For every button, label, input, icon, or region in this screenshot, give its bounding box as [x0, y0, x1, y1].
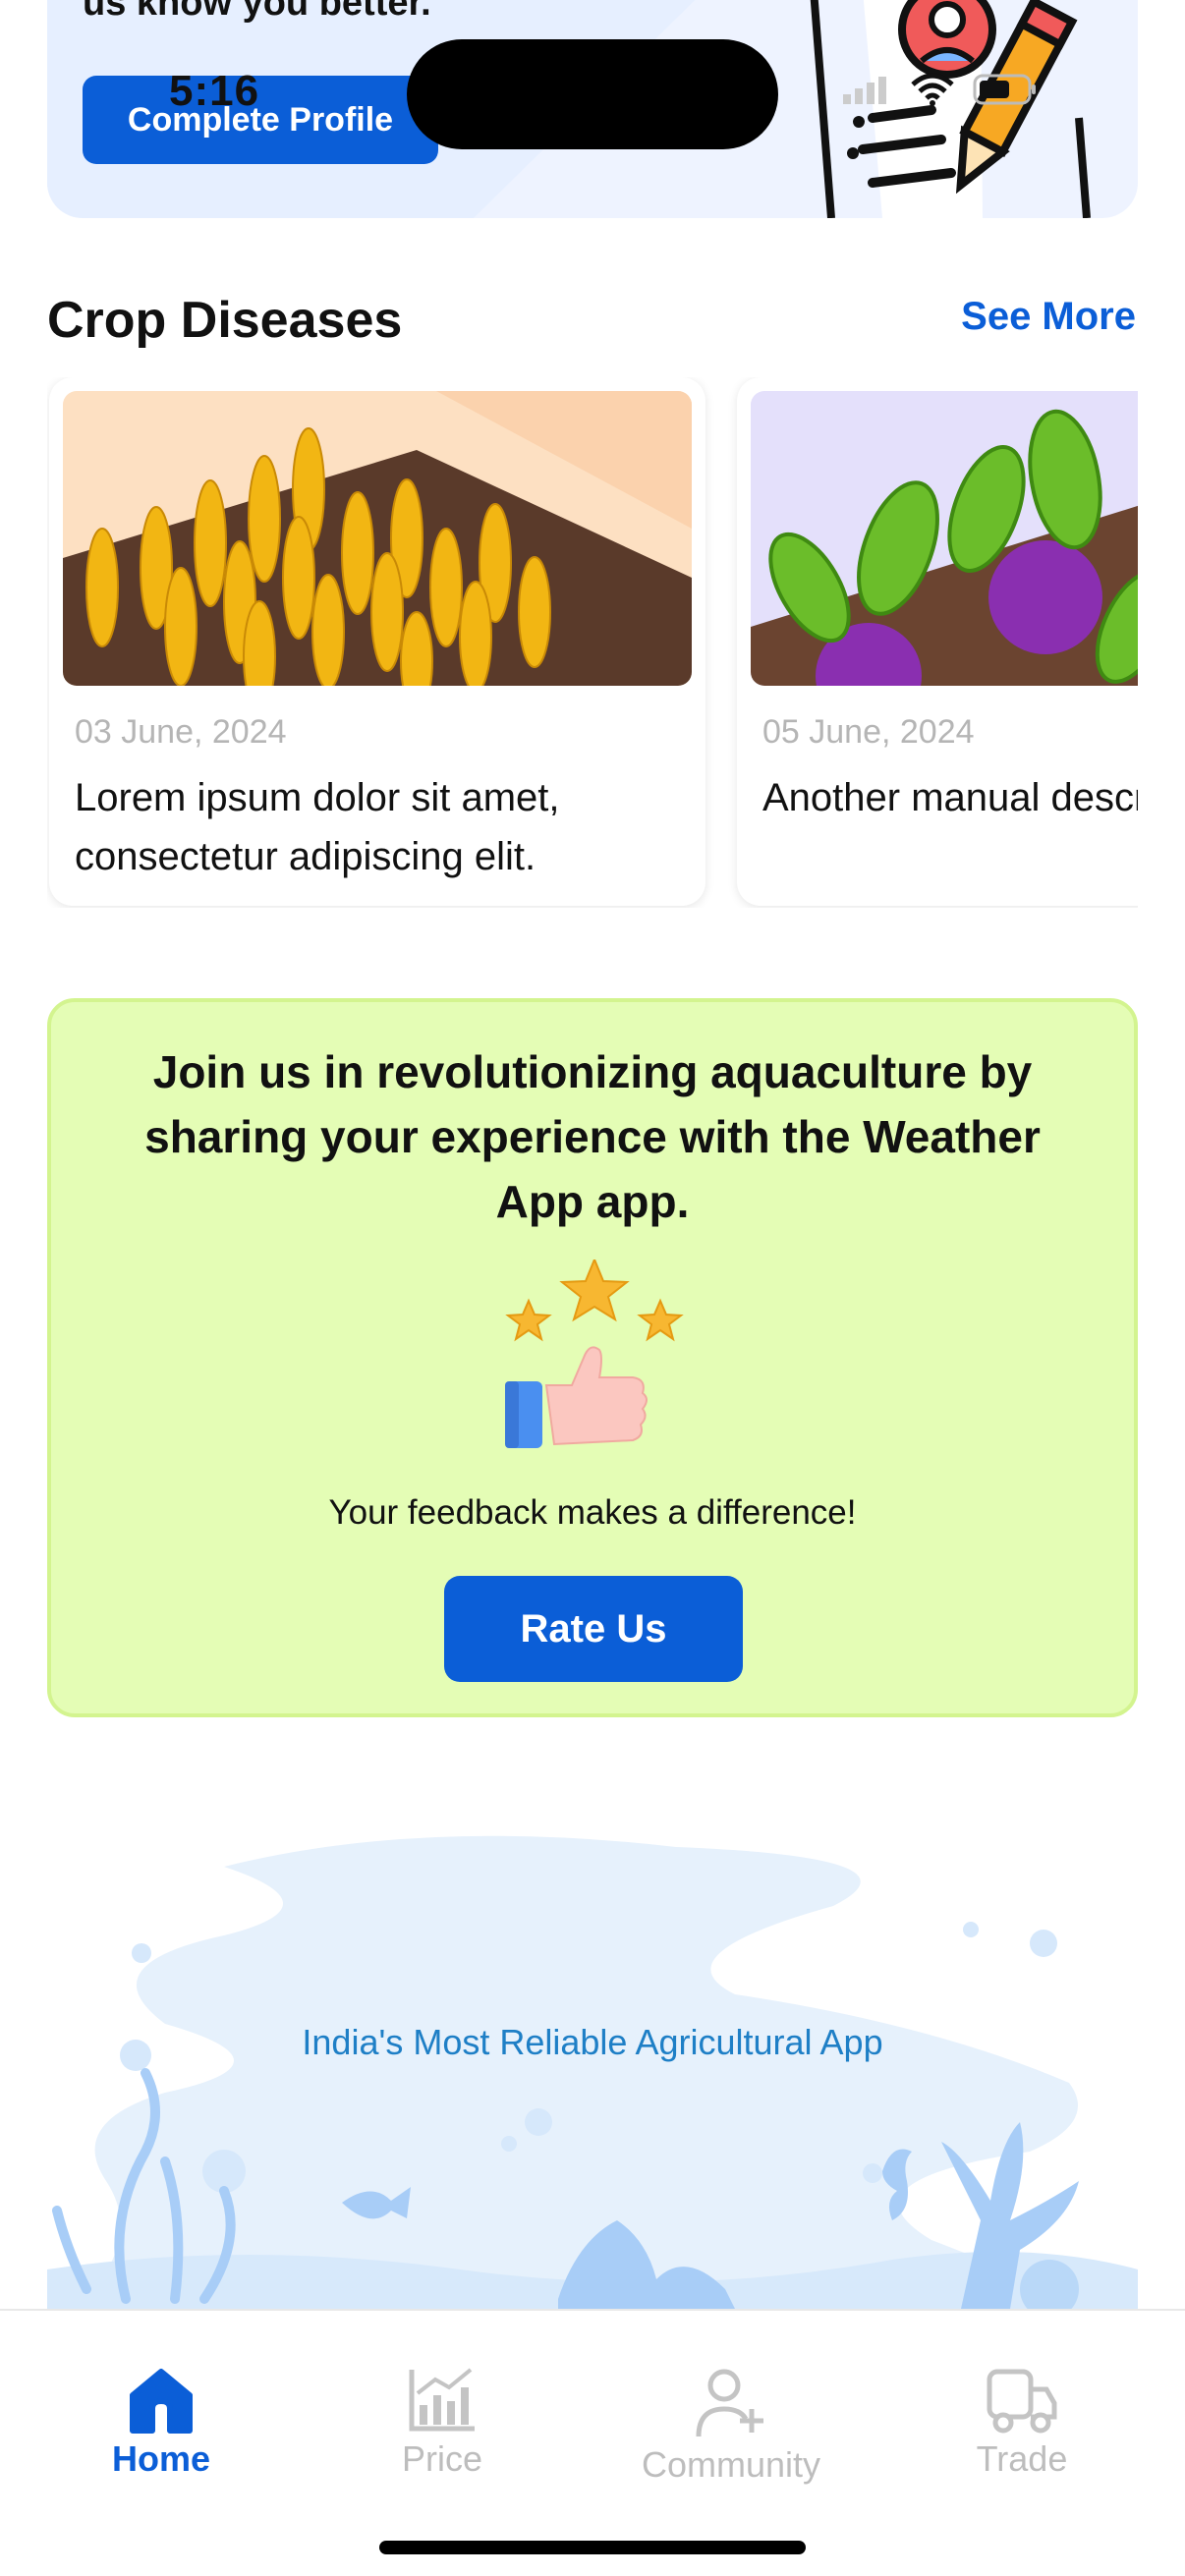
- footer-tagline: India's Most Reliable Agricultural App: [302, 2022, 883, 2062]
- user-plus-icon: [696, 2369, 763, 2437]
- profile-document-illustration: [810, 0, 1091, 218]
- status-icons: [843, 73, 1038, 106]
- dynamic-island: [407, 39, 778, 149]
- nav-trade[interactable]: Trade: [914, 2366, 1130, 2480]
- beetroot-field-image: [751, 391, 1138, 686]
- nav-community[interactable]: Community: [623, 2366, 839, 2486]
- nav-label-home: Home: [111, 2438, 211, 2479]
- crop-disease-card[interactable]: 05 June, 2024 Another manual description…: [737, 377, 1138, 906]
- wheat-field-image: [63, 391, 692, 686]
- complete-profile-button[interactable]: Complete Profile: [83, 76, 438, 164]
- home-icon: [130, 2369, 193, 2434]
- crop-diseases-carousel[interactable]: 03 June, 2024 Lorem ipsum dolor sit amet…: [47, 377, 1138, 908]
- rate-headline: Join us in revolutionizing aquaculture b…: [144, 1046, 1041, 1227]
- truck-icon: [987, 2369, 1057, 2434]
- banner-text: us know you better.: [83, 0, 431, 24]
- status-time: 5:16: [169, 67, 260, 115]
- rate-us-button[interactable]: Rate Us: [444, 1576, 743, 1682]
- chart-icon: [409, 2368, 475, 2432]
- see-more-link[interactable]: See More: [961, 295, 1136, 339]
- signal-icon: [843, 77, 886, 104]
- card-description: Lorem ipsum dolor sit amet, consectetur …: [75, 776, 560, 878]
- card-date: 03 June, 2024: [75, 713, 287, 751]
- home-indicator: [379, 2541, 806, 2554]
- rate-us-card: Join us in revolutionizing aquaculture b…: [47, 998, 1138, 1717]
- thumbs-up-stars-icon: [505, 1260, 684, 1448]
- card-date: 05 June, 2024: [762, 713, 975, 751]
- nav-label-community: Community: [641, 2444, 821, 2485]
- battery-icon: [973, 74, 1036, 105]
- nav-price[interactable]: Price: [334, 2366, 550, 2480]
- bottom-navigation: Home Price Community Trade: [0, 2309, 1185, 2576]
- rate-subtext: Your feedback makes a difference!: [328, 1493, 857, 1532]
- nav-label-price: Price: [401, 2438, 483, 2479]
- wifi-icon: [911, 73, 954, 106]
- crop-disease-card[interactable]: 03 June, 2024 Lorem ipsum dolor sit amet…: [49, 377, 705, 906]
- nav-label-trade: Trade: [976, 2438, 1068, 2479]
- nav-home[interactable]: Home: [53, 2366, 269, 2480]
- card-description: Another manual description here.: [762, 776, 1138, 819]
- crop-diseases-title: Crop Diseases: [47, 292, 403, 349]
- underwater-illustration: [47, 1835, 1138, 2309]
